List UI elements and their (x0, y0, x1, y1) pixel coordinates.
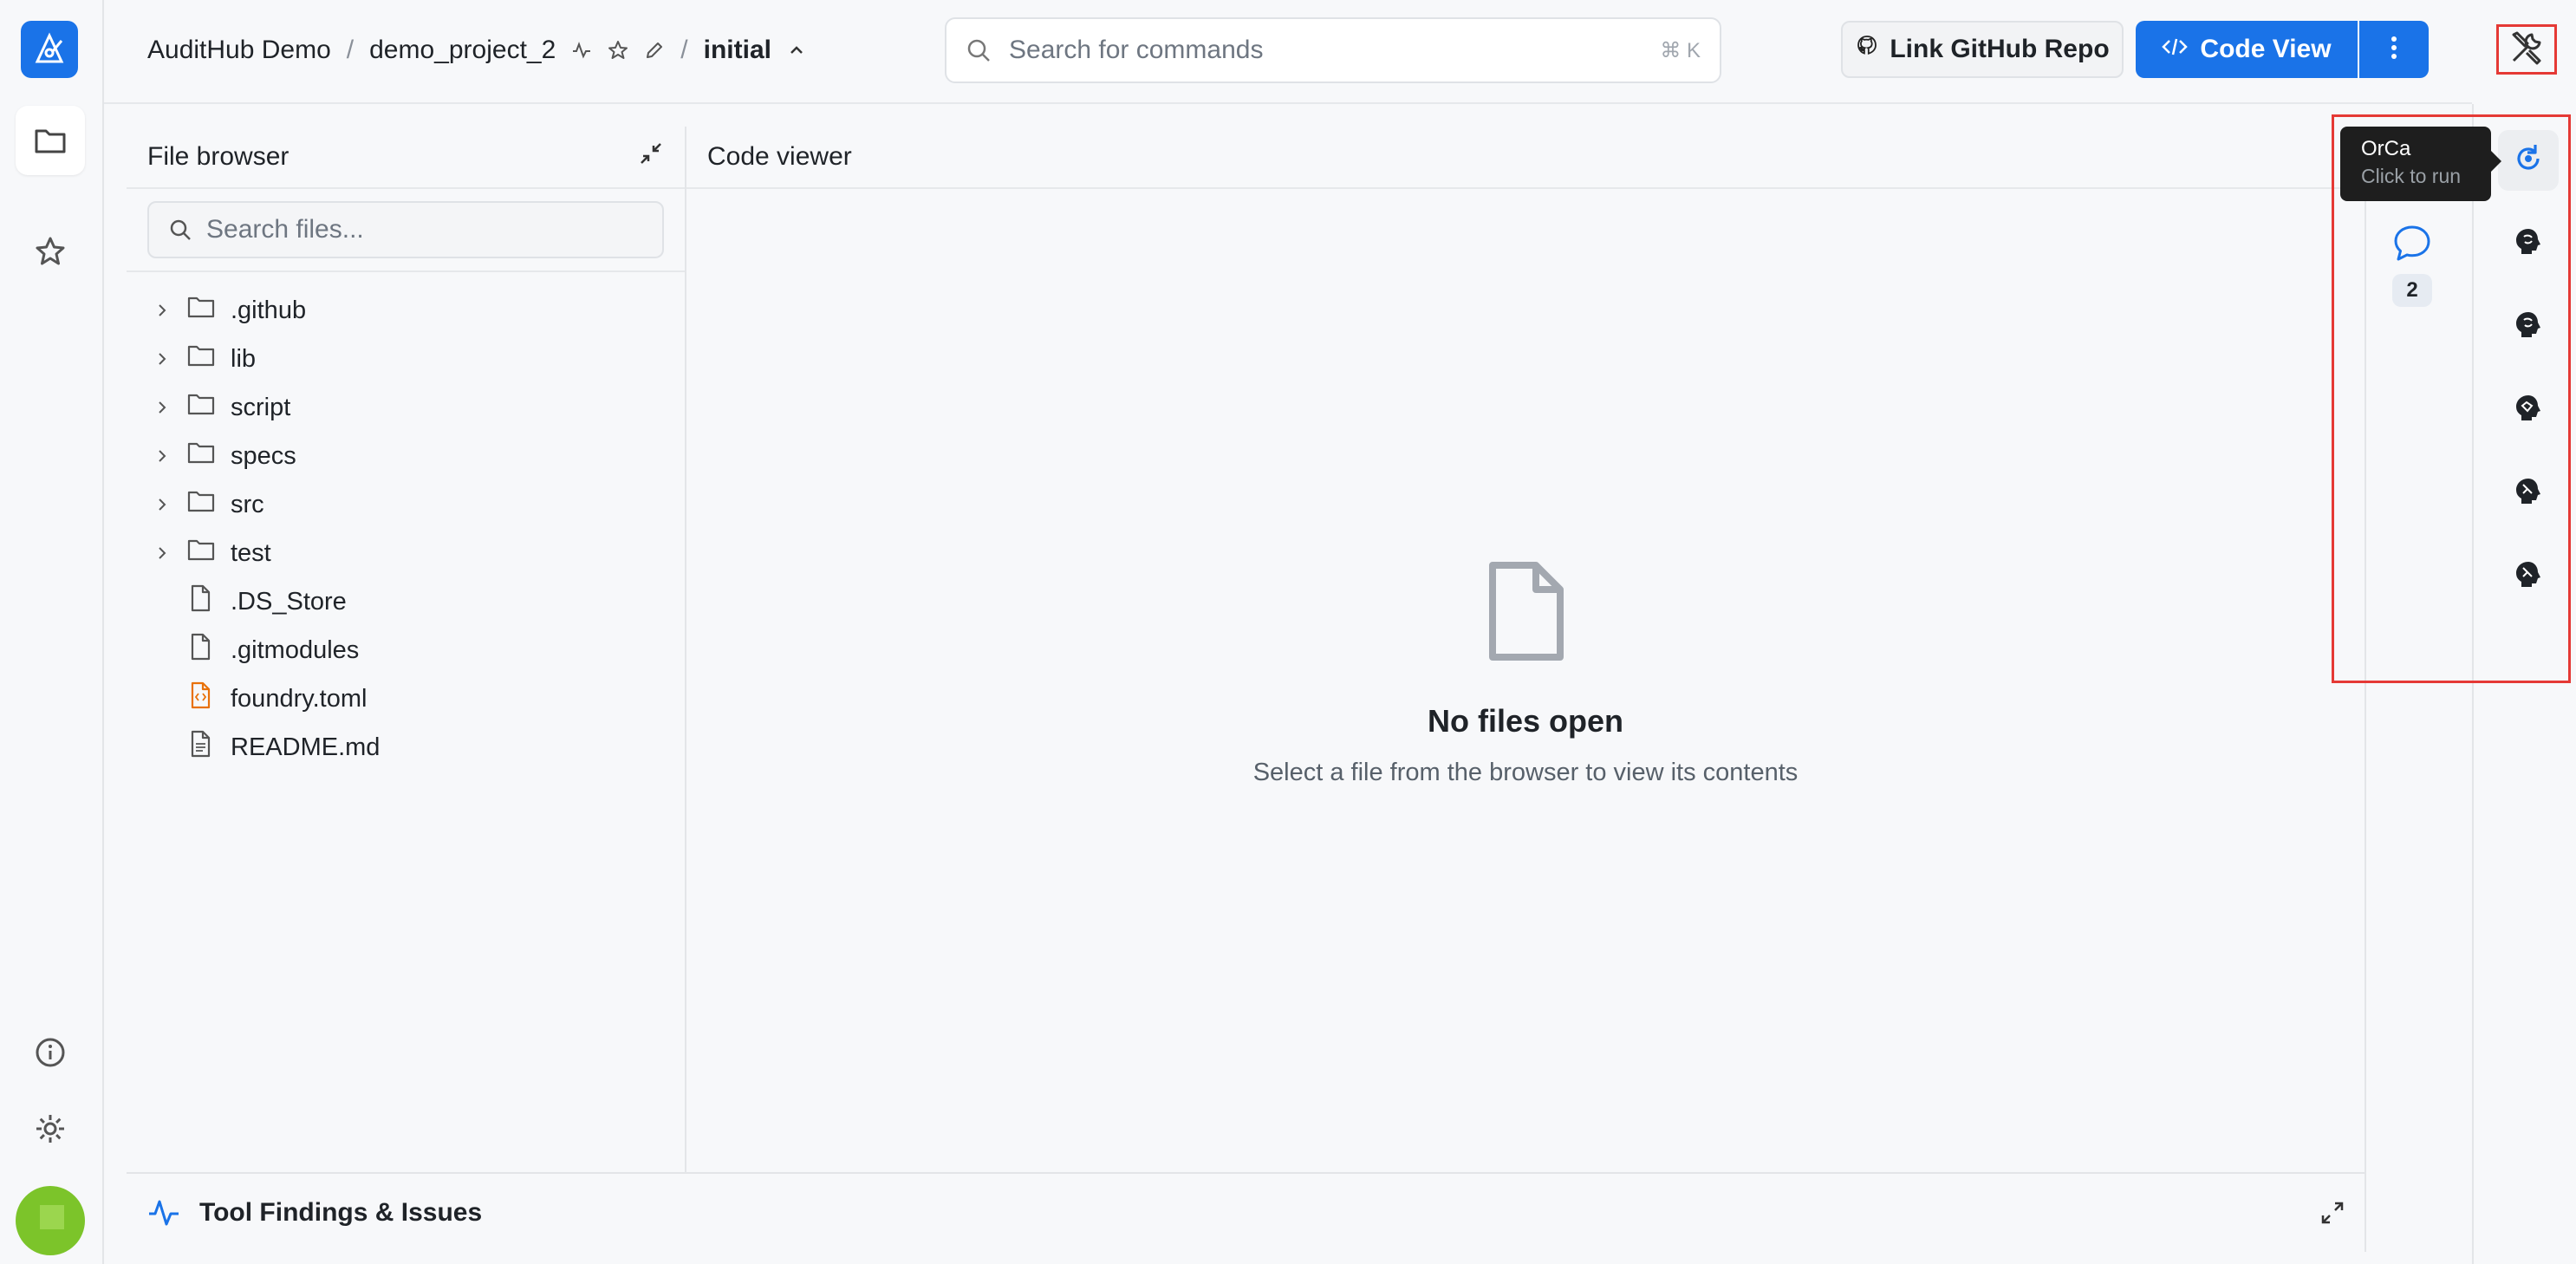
empty-state: No files open Select a file from the bro… (686, 560, 2365, 787)
info-icon[interactable] (16, 1018, 85, 1087)
more-vertical-icon (2391, 36, 2397, 64)
star-nav-icon[interactable] (16, 217, 85, 286)
folder-item[interactable]: src (127, 480, 685, 529)
file-browser-header: File browser (127, 127, 685, 189)
folder-name: test (231, 538, 271, 567)
folder-item[interactable]: test (127, 529, 685, 577)
chevron-right-icon[interactable] (154, 394, 170, 422)
file-icon (187, 584, 213, 619)
code-viewer-header: Code viewer (686, 127, 2365, 189)
folder-name: lib (231, 344, 257, 373)
file-item[interactable]: README.md (127, 723, 685, 772)
search-placeholder: Search for commands (1009, 36, 1264, 64)
more-options-button[interactable] (2359, 21, 2429, 78)
link-github-button[interactable]: Link GitHub Repo (1841, 21, 2124, 78)
tooltip-title: OrCa (2361, 137, 2411, 160)
orca-tooltip: OrCa Click to run (2340, 127, 2501, 201)
file-name: foundry.toml (231, 684, 368, 713)
file-browser-panel: File browser Search files... .github lib… (127, 127, 686, 1172)
code-view-button[interactable]: Code View (2136, 21, 2358, 78)
file-icon (187, 633, 213, 668)
star-icon[interactable] (608, 40, 628, 61)
folder-icon (187, 295, 215, 326)
chevron-right-icon[interactable] (154, 539, 170, 568)
file-name: .DS_Store (231, 587, 347, 616)
folder-icon (187, 538, 215, 569)
file-tree: .github lib script specs src test .DS_St… (127, 272, 685, 772)
settings-gear-icon[interactable] (16, 1094, 85, 1163)
tool-findings-bar[interactable]: Tool Findings & Issues (127, 1172, 2365, 1252)
folder-name: specs (231, 441, 296, 470)
tooltip-subtitle: Click to run (2361, 165, 2462, 187)
breadcrumb-separator: / (346, 36, 355, 64)
folder-item[interactable]: specs (127, 432, 685, 480)
search-shortcut: ⌘ K (1660, 38, 1701, 62)
breadcrumb-separator: / (680, 36, 688, 64)
collapse-icon[interactable] (638, 140, 664, 173)
github-button-label: Link GitHub Repo (1890, 35, 2110, 63)
file-item[interactable]: .gitmodules (127, 626, 685, 674)
wrench-screwdriver-icon (2508, 29, 2545, 70)
breadcrumb-group[interactable]: AuditHub Demo (147, 36, 331, 65)
chevron-up-icon[interactable] (787, 41, 806, 60)
expand-icon[interactable] (2319, 1200, 2345, 1230)
folder-nav-icon[interactable] (16, 106, 85, 175)
file-name: README.md (231, 733, 381, 761)
search-icon (966, 37, 992, 63)
activity-icon (147, 1196, 180, 1229)
folder-icon (187, 440, 215, 472)
folder-icon (187, 343, 215, 375)
code-viewer-panel: Code viewer No files open Select a file … (686, 127, 2365, 1172)
folder-item[interactable]: lib (127, 335, 685, 383)
activity-icon[interactable] (571, 40, 592, 61)
document-icon (1482, 562, 1569, 668)
tools-toggle-button[interactable] (2496, 24, 2557, 75)
left-rail (0, 0, 104, 1264)
edit-pencil-icon[interactable] (644, 40, 665, 61)
folder-item[interactable]: .github (127, 286, 685, 335)
breadcrumb-project[interactable]: demo_project_2 (369, 36, 556, 65)
findings-label: Tool Findings & Issues (199, 1198, 483, 1227)
code-icon (2162, 35, 2189, 64)
folder-name: script (231, 393, 291, 421)
chevron-right-icon[interactable] (154, 345, 170, 374)
folder-name: src (231, 490, 264, 518)
chevron-right-icon[interactable] (154, 442, 170, 471)
breadcrumb: AuditHub Demo / demo_project_2 / initial (147, 31, 806, 69)
user-avatar[interactable] (16, 1186, 85, 1255)
toml-file-icon (187, 681, 213, 716)
file-item[interactable]: foundry.toml (127, 674, 685, 723)
empty-state-title: No files open (1427, 703, 1624, 739)
chevron-right-icon[interactable] (154, 491, 170, 519)
version-selector[interactable]: initial (704, 36, 771, 65)
chevron-right-icon[interactable] (154, 296, 170, 325)
code-viewer-title: Code viewer (707, 142, 852, 171)
app-logo-icon[interactable] (21, 21, 78, 78)
text-file-icon (187, 730, 213, 765)
github-icon (1855, 34, 1879, 65)
file-browser-title: File browser (147, 142, 289, 171)
command-search-input[interactable]: Search for commands ⌘ K (945, 17, 1721, 83)
search-icon (168, 218, 192, 242)
file-item[interactable]: .DS_Store (127, 577, 685, 626)
file-search-input[interactable]: Search files... (147, 201, 664, 258)
folder-icon (187, 489, 215, 520)
top-bar: AuditHub Demo / demo_project_2 / initial… (104, 0, 2472, 104)
code-view-label: Code View (2200, 35, 2332, 63)
file-name: .gitmodules (231, 635, 360, 664)
folder-name: .github (231, 296, 307, 324)
file-search-placeholder: Search files... (206, 215, 364, 244)
empty-state-subtitle: Select a file from the browser to view i… (1252, 759, 1799, 786)
folder-icon (187, 392, 215, 423)
folder-item[interactable]: script (127, 383, 685, 432)
